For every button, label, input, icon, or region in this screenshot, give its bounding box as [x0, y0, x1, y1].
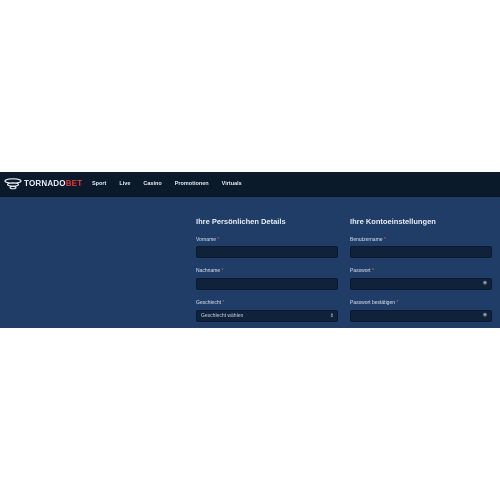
required-marker: * — [222, 300, 225, 306]
nav-item-promotionen[interactable]: Promotionen — [175, 181, 209, 187]
gender-select[interactable]: Geschlecht wählen ⇕ — [196, 310, 338, 322]
firstname-label: Vorname * — [196, 237, 219, 243]
firstname-label-text: Vorname — [196, 237, 217, 243]
required-marker: * — [217, 237, 220, 243]
username-input[interactable] — [351, 254, 491, 264]
registration-page: TORNADOBET Sport Live Casino Promotionen… — [0, 172, 500, 328]
lastname-label-text: Nachname — [196, 268, 221, 274]
lastname-input[interactable] — [197, 286, 337, 296]
password-label: Passwort * — [350, 268, 374, 274]
required-marker: * — [396, 300, 399, 306]
brand-name-part2: BET — [65, 179, 83, 188]
password-label-text: Passwort — [350, 268, 371, 274]
nav-item-sport[interactable]: Sport — [92, 181, 106, 187]
username-field — [350, 246, 492, 264]
password-confirm-field: ◉ — [350, 310, 492, 328]
nav-item-live[interactable]: Live — [119, 181, 130, 187]
tornado-logo-icon — [4, 178, 22, 190]
username-label-text: Benutzername — [350, 237, 383, 243]
select-sort-arrows-icon: ⇕ — [329, 313, 334, 319]
required-marker: * — [221, 268, 224, 274]
personal-details-title: Ihre Persönlichen Details — [196, 217, 286, 226]
password-confirm-label-text: Passwort bestätigen — [350, 300, 396, 306]
required-marker: * — [383, 237, 386, 243]
gender-label: Geschlecht * — [196, 300, 224, 306]
brand-name: TORNADOBET — [24, 178, 82, 190]
show-password-confirm-eye-icon[interactable]: ◉ — [482, 312, 488, 319]
account-settings-title: Ihre Kontoeinstellungen — [350, 217, 436, 226]
password-field: ◉ — [350, 278, 492, 296]
brand-logo[interactable]: TORNADOBET — [4, 178, 82, 190]
password-input[interactable] — [351, 286, 491, 296]
gender-label-text: Geschlecht — [196, 300, 222, 306]
nav-item-virtuals[interactable]: Virtuals — [222, 181, 242, 187]
lastname-label: Nachname * — [196, 268, 224, 274]
password-confirm-input[interactable] — [351, 318, 491, 328]
gender-select-value: Geschlecht wählen — [201, 313, 244, 319]
main-nav: Sport Live Casino Promotionen Virtuals — [92, 172, 255, 196]
firstname-field — [196, 246, 338, 264]
nav-item-casino[interactable]: Casino — [143, 181, 161, 187]
brand-name-part1: TORNADO — [24, 179, 66, 188]
required-marker: * — [371, 268, 374, 274]
username-label: Benutzername * — [350, 237, 386, 243]
password-confirm-label: Passwort bestätigen * — [350, 300, 398, 306]
lastname-field — [196, 278, 338, 296]
top-navigation-bar: TORNADOBET Sport Live Casino Promotionen… — [0, 172, 500, 197]
show-password-eye-icon[interactable]: ◉ — [482, 280, 488, 287]
firstname-input[interactable] — [197, 254, 337, 264]
